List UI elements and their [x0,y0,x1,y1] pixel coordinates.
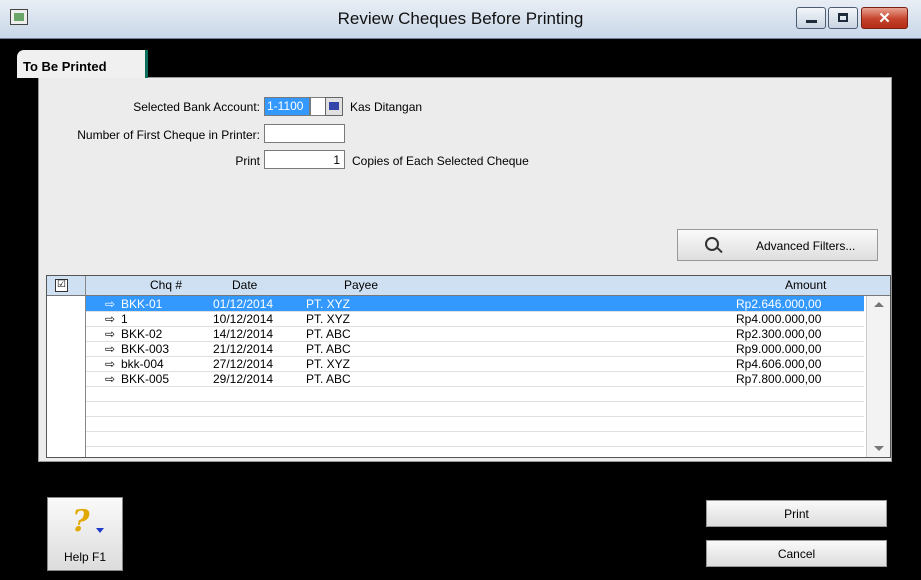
cheque-date: 29/12/2014 [213,372,274,386]
copies-suffix: Copies of Each Selected Cheque [352,154,529,168]
chevron-down-icon [96,528,104,533]
cheque-amount: Rp4.000.000,00 [736,312,822,326]
cheque-payee: PT. ABC [306,372,351,386]
arrow-right-icon: ⇨ [105,297,116,311]
bank-account-name: Kas Ditangan [350,100,423,114]
cheque-date: 14/12/2014 [213,327,274,341]
table-row[interactable]: ⇨ BKK-005 29/12/2014 PT. ABC Rp7.800.000,00 [86,371,864,387]
cheque-amount: Rp9.000.000,00 [736,342,822,356]
help-button[interactable]: ? Help F1 [47,497,123,571]
scroll-up-icon[interactable] [874,302,884,307]
cheque-number: BKK-02 [121,327,163,341]
magnifier-icon [705,237,719,251]
column-header-amount[interactable]: Amount [785,278,826,292]
window-title: Review Cheques Before Printing [337,9,584,28]
table-row[interactable]: ⇨ 1 10/12/2014 PT. XYZ Rp4.000.000,00 [86,311,864,327]
minimize-icon [806,20,817,23]
cancel-button[interactable]: Cancel [706,540,887,567]
cheque-amount: Rp4.606.000,00 [736,357,822,371]
arrow-right-icon: ⇨ [105,327,116,341]
cheque-number: BKK-01 [121,297,163,311]
title-bar: Review Cheques Before Printing ✕ [0,0,921,39]
cheque-payee: PT. ABC [306,342,351,356]
first-cheque-input[interactable] [264,124,345,143]
cheque-date: 21/12/2014 [213,342,274,356]
cheque-amount: Rp7.800.000,00 [736,372,822,386]
cheque-payee: PT. XYZ [306,357,351,371]
empty-row [86,431,864,447]
arrow-right-icon: ⇨ [105,312,116,326]
bank-account-field-blank[interactable] [310,97,326,116]
column-header-payee[interactable]: Payee [344,278,378,292]
help-icon: ? [72,504,90,539]
close-button[interactable]: ✕ [861,7,908,29]
empty-row [86,416,864,432]
bank-account-lookup-icon[interactable] [325,97,343,116]
close-icon: ✕ [878,10,891,27]
help-label: Help F1 [63,550,107,564]
cheque-payee: PT. XYZ [306,312,351,326]
column-header-chq[interactable]: Chq # [150,278,182,292]
cheque-number: BKK-005 [121,372,170,386]
maximize-icon [838,13,848,22]
vertical-scrollbar[interactable] [866,296,890,457]
cheque-review-window: Review Cheques Before Printing ✕ To Be P… [0,0,921,580]
print-button[interactable]: Print [706,500,887,527]
cheque-table: ☑ Chq # Date Payee Amount ⇨ BKK-01 01/12/2… [46,275,891,458]
arrow-right-icon: ⇨ [105,342,116,356]
cheque-amount: Rp2.646.000,00 [736,297,822,311]
table-row[interactable]: ⇨ BKK-02 14/12/2014 PT. ABC Rp2.300.000,00 [86,326,864,342]
checkbox-column [47,276,86,457]
scroll-down-icon[interactable] [874,446,884,451]
table-row[interactable]: ⇨ bkk-004 27/12/2014 PT. XYZ Rp4.606.000,00 [86,356,864,372]
cheque-amount: Rp2.300.000,00 [736,327,822,341]
empty-row [86,386,864,402]
arrow-right-icon: ⇨ [105,372,116,386]
table-header: ☑ Chq # Date Payee Amount [47,276,890,296]
empty-row [86,401,864,417]
advanced-filters-label: Advanced Filters... [756,239,856,253]
maximize-button[interactable] [828,7,858,29]
table-row[interactable]: ⇨ BKK-003 21/12/2014 PT. ABC Rp9.000.000,00 [86,341,864,357]
cheque-date: 10/12/2014 [213,312,274,326]
bank-account-label: Selected Bank Account: [133,100,260,114]
tab-to-be-printed[interactable]: To Be Printed [17,50,148,78]
tab-label: To Be Printed [23,59,107,74]
print-label: Print [235,154,260,168]
cheque-payee: PT. ABC [306,327,351,341]
copies-input[interactable]: 1 [264,150,345,169]
cheque-number: BKK-003 [121,342,170,356]
cheque-number: 1 [121,312,128,326]
arrow-right-icon: ⇨ [105,357,116,371]
cheque-number: bkk-004 [121,357,164,371]
bank-account-field[interactable]: 1-1100 [264,97,310,116]
cheque-date: 01/12/2014 [213,297,274,311]
column-header-date[interactable]: Date [232,278,257,292]
cheque-date: 27/12/2014 [213,357,274,371]
advanced-filters-button[interactable]: Advanced Filters... [677,229,878,261]
minimize-button[interactable] [796,7,826,29]
table-row[interactable]: ⇨ BKK-01 01/12/2014 PT. XYZ Rp2.646.000,00 [86,296,864,312]
cheque-payee: PT. XYZ [306,297,351,311]
first-cheque-label: Number of First Cheque in Printer: [77,128,260,142]
